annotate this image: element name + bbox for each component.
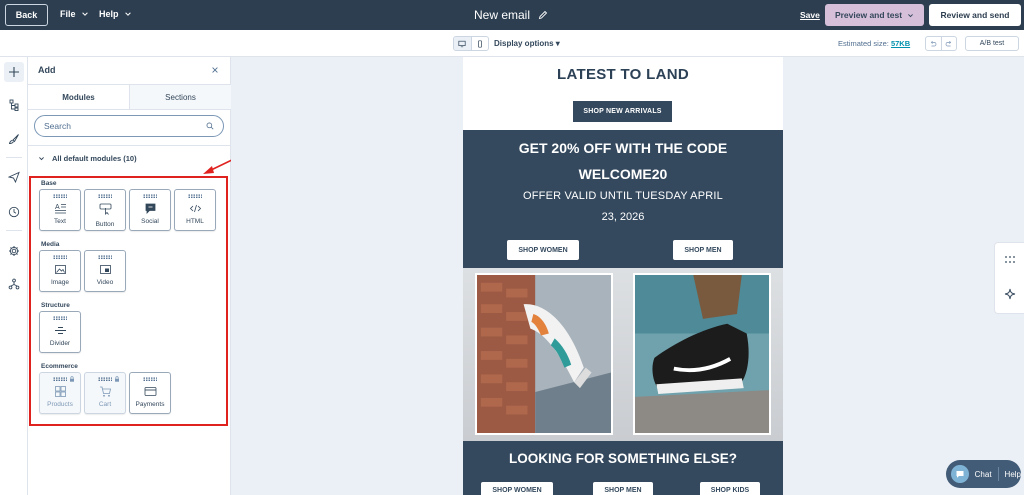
preview-and-test-button[interactable]: Preview and test <box>825 4 924 26</box>
file-menu[interactable]: File <box>60 9 89 19</box>
left-rail <box>0 57 28 495</box>
help-label[interactable]: Help <box>1005 470 1021 479</box>
pencil-icon[interactable] <box>538 10 548 20</box>
send-icon <box>8 171 20 183</box>
desktop-view-button[interactable] <box>454 37 472 50</box>
chat-button[interactable] <box>951 465 969 483</box>
rail-divider <box>6 230 22 231</box>
panel-tabs: Modules Sections <box>28 84 231 110</box>
display-options-dropdown[interactable]: Display options ▾ <box>494 39 560 48</box>
ai-assistant-button[interactable] <box>1004 287 1016 300</box>
undo-button[interactable] <box>926 37 942 50</box>
tab-sections[interactable]: Sections <box>130 85 231 109</box>
redo-button[interactable] <box>942 37 957 50</box>
editor-toolbar: Display options ▾ Estimated size: 57KB A… <box>0 30 1024 57</box>
help-menu-label: Help <box>99 9 119 19</box>
email-title-text: New email <box>474 8 531 22</box>
shop-men-button[interactable]: SHOP MEN <box>673 240 733 260</box>
chevron-down-icon <box>124 12 131 16</box>
chat-label: Chat <box>974 469 992 479</box>
estimated-size-value[interactable]: 57KB <box>891 39 910 48</box>
ab-test-button[interactable]: A/B test <box>965 36 1019 51</box>
schedule-rail-button[interactable] <box>4 202 24 222</box>
product-image-black-sneaker[interactable] <box>633 273 771 435</box>
device-toggle <box>453 36 489 51</box>
close-icon[interactable] <box>211 66 219 74</box>
email-heading[interactable]: LATEST TO LAND <box>463 66 783 83</box>
chevron-down-icon <box>39 157 44 161</box>
product-image-white-sneaker[interactable] <box>475 273 613 435</box>
review-and-send-button[interactable]: Review and send <box>929 4 1021 26</box>
tree-icon <box>9 99 19 111</box>
footer-shop-women-button[interactable]: SHOP WOMEN <box>481 482 553 495</box>
highlight-box <box>29 176 228 426</box>
email-body: LATEST TO LAND SHOP NEW ARRIVALS GET 20%… <box>463 57 783 495</box>
email-title[interactable]: New email <box>474 8 548 22</box>
estimated-size-label: Estimated size: <box>838 39 889 48</box>
mobile-view-button[interactable] <box>472 37 489 50</box>
integrations-rail-button[interactable] <box>4 274 24 294</box>
promo-date: 23, 2026 <box>601 211 645 223</box>
file-menu-label: File <box>60 9 76 19</box>
grid-dots-button[interactable] <box>1004 253 1016 265</box>
network-icon <box>8 278 20 290</box>
search-input[interactable] <box>44 121 204 131</box>
display-options-label: Display options <box>494 39 554 48</box>
gear-icon <box>9 246 19 256</box>
plus-icon <box>9 67 19 77</box>
top-bar: Back File Help New email Save Preview an… <box>0 0 1024 30</box>
promo-section[interactable]: GET 20% OFF WITH THE CODE WELCOME20 OFFE… <box>463 130 783 268</box>
estimated-size: Estimated size: 57KB <box>838 39 910 48</box>
chat-help-widget[interactable]: Chat Help <box>946 460 1021 488</box>
floating-tools <box>994 242 1024 314</box>
chevron-down-icon <box>81 12 88 16</box>
rail-divider <box>6 157 22 158</box>
footer-shop-kids-button[interactable]: SHOP KIDS <box>700 482 760 495</box>
sneaker-photo-icon <box>635 275 769 433</box>
footer-heading[interactable]: LOOKING FOR SOMETHING ELSE? <box>463 441 783 476</box>
mobile-icon <box>477 39 482 48</box>
shop-women-button[interactable]: SHOP WOMEN <box>507 240 579 260</box>
preview-label: Preview and test <box>834 10 903 20</box>
module-search <box>34 115 224 137</box>
all-modules-accordion[interactable]: All default modules (10) <box>38 154 137 163</box>
shop-new-arrivals-button[interactable]: SHOP NEW ARRIVALS <box>573 101 672 122</box>
tab-modules[interactable]: Modules <box>28 85 130 109</box>
redo-icon <box>945 40 951 46</box>
promo-code: WELCOME20 <box>578 166 668 182</box>
clock-icon <box>8 206 20 218</box>
send-rail-button[interactable] <box>4 167 24 187</box>
footer-buttons: SHOP WOMEN SHOP MEN SHOP KIDS <box>463 476 783 495</box>
accordion-label: All default modules (10) <box>52 154 137 163</box>
desktop-icon <box>458 40 466 47</box>
chat-icon <box>956 471 964 478</box>
settings-rail-button[interactable] <box>4 241 24 261</box>
email-canvas: LATEST TO LAND SHOP NEW ARRIVALS GET 20%… <box>231 57 1024 495</box>
promo-validity: OFFER VALID UNTIL TUESDAY APRIL <box>523 190 723 202</box>
chat-separator <box>997 467 999 481</box>
undo-redo-group <box>925 36 957 51</box>
brush-icon <box>8 134 19 144</box>
panel-title: Add <box>38 65 56 75</box>
sparkle-icon <box>1004 288 1016 300</box>
search-icon <box>206 122 214 130</box>
product-photos <box>463 268 783 441</box>
grid-dots-icon <box>1005 256 1015 263</box>
content-tree-rail-button[interactable] <box>4 95 24 115</box>
add-rail-button[interactable] <box>4 62 24 82</box>
save-button[interactable]: Save <box>800 10 820 20</box>
undo-icon <box>931 40 937 46</box>
help-menu[interactable]: Help <box>99 9 132 19</box>
design-rail-button[interactable] <box>4 129 24 149</box>
chevron-down-icon <box>908 13 913 17</box>
footer-shop-men-button[interactable]: SHOP MEN <box>593 482 653 495</box>
back-button[interactable]: Back <box>5 4 48 26</box>
sneaker-photo-icon <box>477 275 611 433</box>
promo-headline: GET 20% OFF WITH THE CODE <box>518 140 728 156</box>
